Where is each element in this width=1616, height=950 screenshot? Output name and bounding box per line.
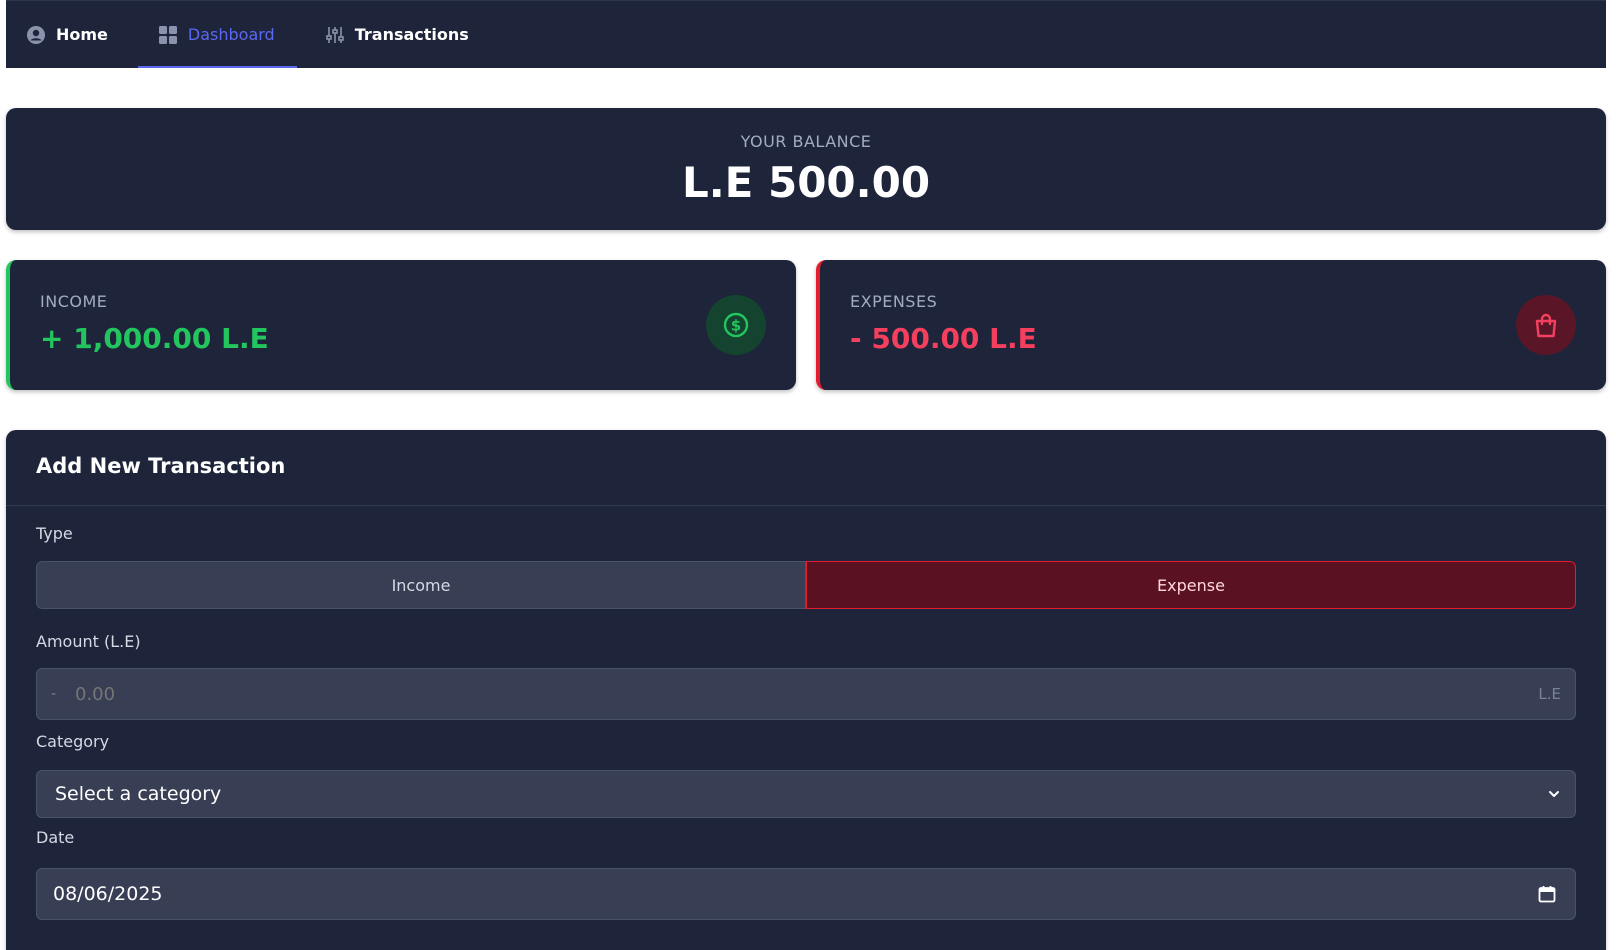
nav-item-dashboard[interactable]: Dashboard [137,1,297,68]
balance-value: L.E 500.00 [681,158,931,207]
balance-card: YOUR BALANCE L.E 500.00 [6,108,1606,230]
dollar-circle-icon: $ [723,312,749,338]
amount-field: - L.E [36,668,1576,720]
income-card: INCOME + 1,000.00 L.E $ [6,260,796,390]
chevron-down-icon [1549,791,1559,797]
amount-label: Amount (L.E) [36,632,141,651]
category-selected-value: Select a category [55,783,222,805]
nav-item-transactions[interactable]: Transactions [325,1,491,68]
sliders-icon [325,26,344,43]
date-value: 08/06/2025 [53,883,163,905]
expenses-value: - 500.00 L.E [850,322,1037,355]
nav-item-label: Home [56,25,108,44]
calendar-icon[interactable] [1537,884,1557,904]
dashboard-grid-icon [158,25,177,44]
category-label: Category [36,732,110,751]
svg-text:$: $ [731,317,741,335]
category-select[interactable]: Select a category [36,770,1576,818]
income-label: INCOME [40,292,108,311]
nav-item-label: Transactions [354,25,469,44]
amount-input[interactable] [75,683,1539,705]
income-icon-badge: $ [706,295,766,355]
expenses-icon-badge [1516,295,1576,355]
expenses-label: EXPENSES [850,292,938,311]
shopping-bag-icon [1535,313,1557,338]
type-expense-button[interactable]: Expense [806,561,1576,609]
nav-item-home[interactable]: Home [26,1,130,68]
expenses-card: EXPENSES - 500.00 L.E [816,260,1606,390]
type-label: Type [36,524,73,543]
amount-sign: - [51,686,57,702]
form-divider [6,505,1606,506]
date-field[interactable]: 08/06/2025 [36,868,1576,920]
form-title: Add New Transaction [36,454,286,478]
balance-label: YOUR BALANCE [740,132,872,151]
nav-item-label: Dashboard [187,25,275,44]
type-income-button[interactable]: Income [36,561,806,609]
add-transaction-form: Add New Transaction Type Income Expense … [6,430,1606,950]
amount-currency: L.E [1538,685,1561,703]
top-navbar: Home Dashboard Transactions [6,0,1606,68]
date-label: Date [36,828,75,847]
type-toggle: Income Expense [36,561,1576,609]
income-value: + 1,000.00 L.E [40,322,269,355]
user-circle-icon [27,25,45,44]
